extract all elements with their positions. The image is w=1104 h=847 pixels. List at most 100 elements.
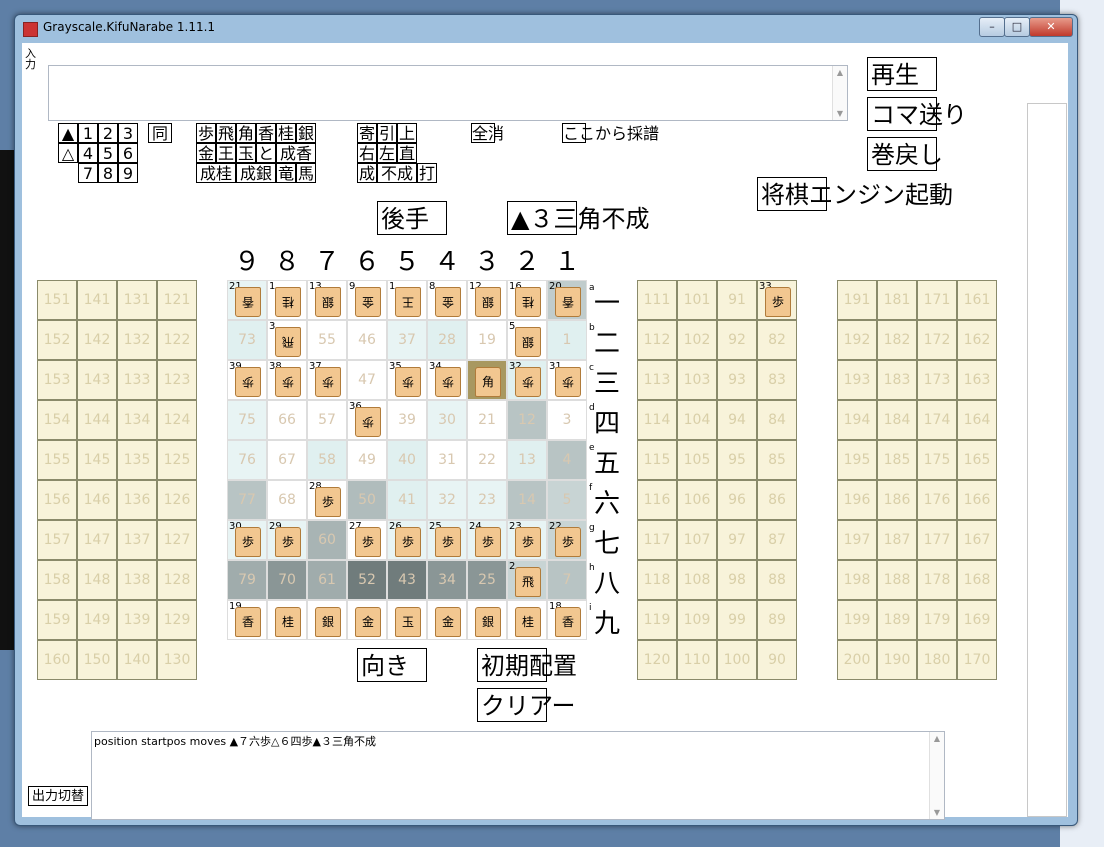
board-square[interactable]: 66	[267, 400, 307, 440]
stand-square[interactable]: 135	[117, 440, 157, 480]
shogi-piece[interactable]: 香	[235, 607, 261, 637]
board-square[interactable]: 角	[467, 360, 507, 400]
stand-square[interactable]: 163	[957, 360, 997, 400]
stand-square[interactable]: 134	[117, 400, 157, 440]
stand-square[interactable]: 110	[677, 640, 717, 680]
stand-square[interactable]: 128	[157, 560, 197, 600]
shogi-piece[interactable]: 飛	[275, 327, 301, 357]
piece-button[interactable]: 銀	[296, 123, 316, 143]
board-square[interactable]: 23歩	[507, 520, 547, 560]
stand-square[interactable]: 89	[757, 600, 797, 640]
board-square[interactable]: 22歩	[547, 520, 587, 560]
stand-square[interactable]: 131	[117, 280, 157, 320]
piece-button[interactable]: 成桂	[196, 163, 236, 183]
stand-square[interactable]: 173	[917, 360, 957, 400]
move-modifier-button[interactable]: 左	[377, 143, 397, 163]
board-square[interactable]: 39歩	[227, 360, 267, 400]
shogi-piece[interactable]: 歩	[315, 487, 341, 517]
stand-square[interactable]: 152	[37, 320, 77, 360]
gote-mark-button[interactable]: △	[58, 143, 78, 163]
move-modifier-button[interactable]: 上	[397, 123, 417, 143]
board-square[interactable]: 金	[427, 600, 467, 640]
board-square[interactable]: 4	[547, 440, 587, 480]
output-scrollbar[interactable]: ▲ ▼	[929, 732, 944, 819]
board-square[interactable]: 46	[347, 320, 387, 360]
stand-square[interactable]: 189	[877, 600, 917, 640]
stand-square[interactable]: 150	[77, 640, 117, 680]
move-modifier-button[interactable]: 不成	[377, 163, 417, 183]
board-square[interactable]: 38歩	[267, 360, 307, 400]
board-square[interactable]: 35歩	[387, 360, 427, 400]
piece-button[interactable]: 玉	[236, 143, 256, 163]
shogi-piece[interactable]: 歩	[315, 367, 341, 397]
piece-button[interactable]: 金	[196, 143, 216, 163]
shogi-piece[interactable]: 飛	[515, 567, 541, 597]
input-scrollbar[interactable]: ▲ ▼	[832, 66, 847, 120]
shogi-piece[interactable]: 歩	[355, 527, 381, 557]
shogi-piece[interactable]: 歩	[235, 367, 261, 397]
board-square[interactable]: 14	[507, 480, 547, 520]
board-square[interactable]: 28	[427, 320, 467, 360]
stand-square[interactable]: 182	[877, 320, 917, 360]
stand-square[interactable]: 149	[77, 600, 117, 640]
close-button[interactable]: ✕	[1029, 17, 1073, 37]
stand-square[interactable]: 181	[877, 280, 917, 320]
board-square[interactable]: 52	[347, 560, 387, 600]
stand-square[interactable]: 174	[917, 400, 957, 440]
stand-square[interactable]: 101	[677, 280, 717, 320]
stand-square[interactable]: 193	[837, 360, 877, 400]
board-square[interactable]: 61	[307, 560, 347, 600]
board-square[interactable]: 玉	[387, 600, 427, 640]
stand-square[interactable]: 111	[637, 280, 677, 320]
board-square[interactable]: 67	[267, 440, 307, 480]
stand-square[interactable]: 96	[717, 480, 757, 520]
stand-square[interactable]: 165	[957, 440, 997, 480]
stand-square[interactable]: 183	[877, 360, 917, 400]
stand-square[interactable]: 142	[77, 320, 117, 360]
board-square[interactable]: 34歩	[427, 360, 467, 400]
stand-square[interactable]: 129	[157, 600, 197, 640]
board-square[interactable]: 9金	[347, 280, 387, 320]
stand-square[interactable]: 122	[157, 320, 197, 360]
engine-start-button[interactable]: 将棋エンジン起動	[757, 177, 953, 211]
maximize-button[interactable]: □	[1004, 17, 1030, 37]
board-square[interactable]: 銀	[467, 600, 507, 640]
number-button-3[interactable]: 3	[118, 123, 138, 143]
shogi-piece[interactable]: 歩	[515, 527, 541, 557]
stand-square[interactable]: 177	[917, 520, 957, 560]
board-square[interactable]: 31歩	[547, 360, 587, 400]
record-from-here-button[interactable]: ここから採譜	[562, 123, 659, 143]
move-modifier-button[interactable]: 右	[357, 143, 377, 163]
stand-square[interactable]: 83	[757, 360, 797, 400]
stand-square[interactable]: 117	[637, 520, 677, 560]
input-textarea[interactable]: ▲ ▼	[48, 65, 848, 121]
stand-square[interactable]: 197	[837, 520, 877, 560]
stand-square[interactable]: 127	[157, 520, 197, 560]
board-square[interactable]: 30歩	[227, 520, 267, 560]
stand-square[interactable]: 126	[157, 480, 197, 520]
board-square[interactable]: 20香	[547, 280, 587, 320]
board-square[interactable]: 41	[387, 480, 427, 520]
board-square[interactable]: 73	[227, 320, 267, 360]
board-square[interactable]: 25	[467, 560, 507, 600]
shogi-piece[interactable]: 歩	[275, 367, 301, 397]
board-square[interactable]: 37	[387, 320, 427, 360]
board-square[interactable]: 40	[387, 440, 427, 480]
shogi-piece[interactable]: 歩	[515, 367, 541, 397]
stand-square[interactable]: 91	[717, 280, 757, 320]
board-square[interactable]: 19	[467, 320, 507, 360]
board-square[interactable]: 3	[547, 400, 587, 440]
piece-button[interactable]: と	[256, 143, 276, 163]
stand-square[interactable]: 138	[117, 560, 157, 600]
number-button-9[interactable]: 9	[118, 163, 138, 183]
stand-square[interactable]: 194	[837, 400, 877, 440]
stand-square[interactable]: 33歩	[757, 280, 797, 320]
shogi-piece[interactable]: 歩	[555, 527, 581, 557]
stand-square[interactable]: 85	[757, 440, 797, 480]
stand-square[interactable]: 196	[837, 480, 877, 520]
shogi-piece[interactable]: 歩	[475, 527, 501, 557]
number-button-1[interactable]: 1	[78, 123, 98, 143]
board-square[interactable]: 5銀	[507, 320, 547, 360]
sente-mark-button[interactable]: ▲	[58, 123, 78, 143]
stand-square[interactable]: 137	[117, 520, 157, 560]
